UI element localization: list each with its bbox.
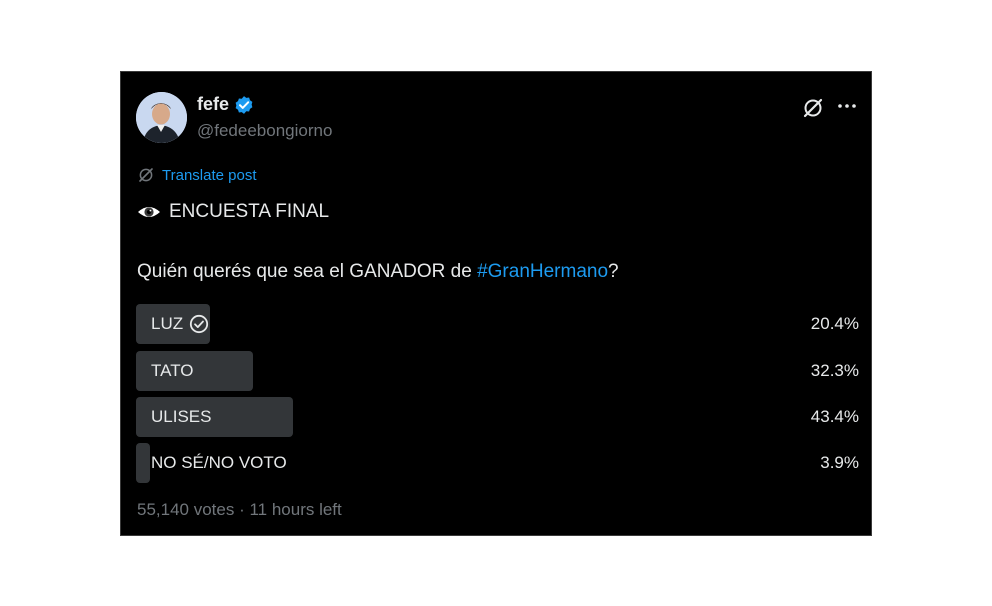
poll-option-label: LUZ	[151, 314, 184, 333]
poll-option-label: NO SÉ/NO VOTO	[151, 453, 287, 472]
hashtag-link[interactable]: #GranHermano	[477, 261, 608, 282]
poll-option-bar	[136, 443, 151, 483]
translate-icon	[139, 168, 153, 182]
poll-option: TATO 32.3%	[136, 351, 859, 391]
tweet-card: fefe @fedeebongiorno Translate post ENCU…	[120, 71, 872, 536]
avatar-image	[136, 92, 187, 143]
more-icon	[838, 104, 856, 108]
poll-option-percent: 3.9%	[820, 453, 859, 472]
poll-option: LUZ 20.4%	[136, 304, 859, 344]
poll-option-percent: 20.4%	[810, 314, 859, 333]
more-options-button[interactable]	[835, 94, 859, 118]
author-display-name[interactable]: fefe	[197, 94, 229, 115]
eye-emoji-icon	[138, 207, 160, 217]
author-handle[interactable]: @fedeebongiorno	[197, 121, 332, 141]
poll-question-text: Quién querés que sea el GANADOR de	[137, 261, 478, 282]
poll-option-label: ULISES	[151, 407, 212, 426]
check-circle-icon	[190, 314, 209, 334]
post-title-line: ENCUESTA FINAL	[137, 201, 329, 223]
poll-option-label-group: ULISES	[151, 397, 211, 437]
poll-option: NO SÉ/NO VOTO 3.9%	[136, 443, 859, 483]
author-name-row[interactable]: fefe	[197, 94, 254, 115]
poll-question-suffix: ?	[608, 261, 619, 282]
poll-option: ULISES 43.4%	[136, 397, 859, 437]
poll-option-percent: 43.4%	[810, 407, 859, 426]
poll-option-percent: 32.3%	[810, 361, 859, 380]
translate-post-label[interactable]: Translate post	[162, 167, 257, 184]
grok-icon	[803, 98, 823, 118]
poll-question: Quién querés que sea el GANADOR de #Gran…	[137, 261, 619, 283]
poll-option-label-group: NO SÉ/NO VOTO	[151, 443, 287, 483]
poll-option-label-group: TATO	[151, 351, 194, 391]
grok-button[interactable]	[801, 96, 825, 120]
post-title-text: ENCUESTA FINAL	[169, 201, 330, 222]
poll-meta: 55,140 votes · 11 hours left	[137, 500, 342, 519]
poll-option-label-group: LUZ	[151, 304, 209, 344]
verified-badge-icon	[235, 95, 253, 114]
avatar[interactable]	[136, 92, 187, 143]
poll-option-label: TATO	[151, 361, 194, 380]
translate-post-link[interactable]: Translate post	[137, 166, 257, 184]
